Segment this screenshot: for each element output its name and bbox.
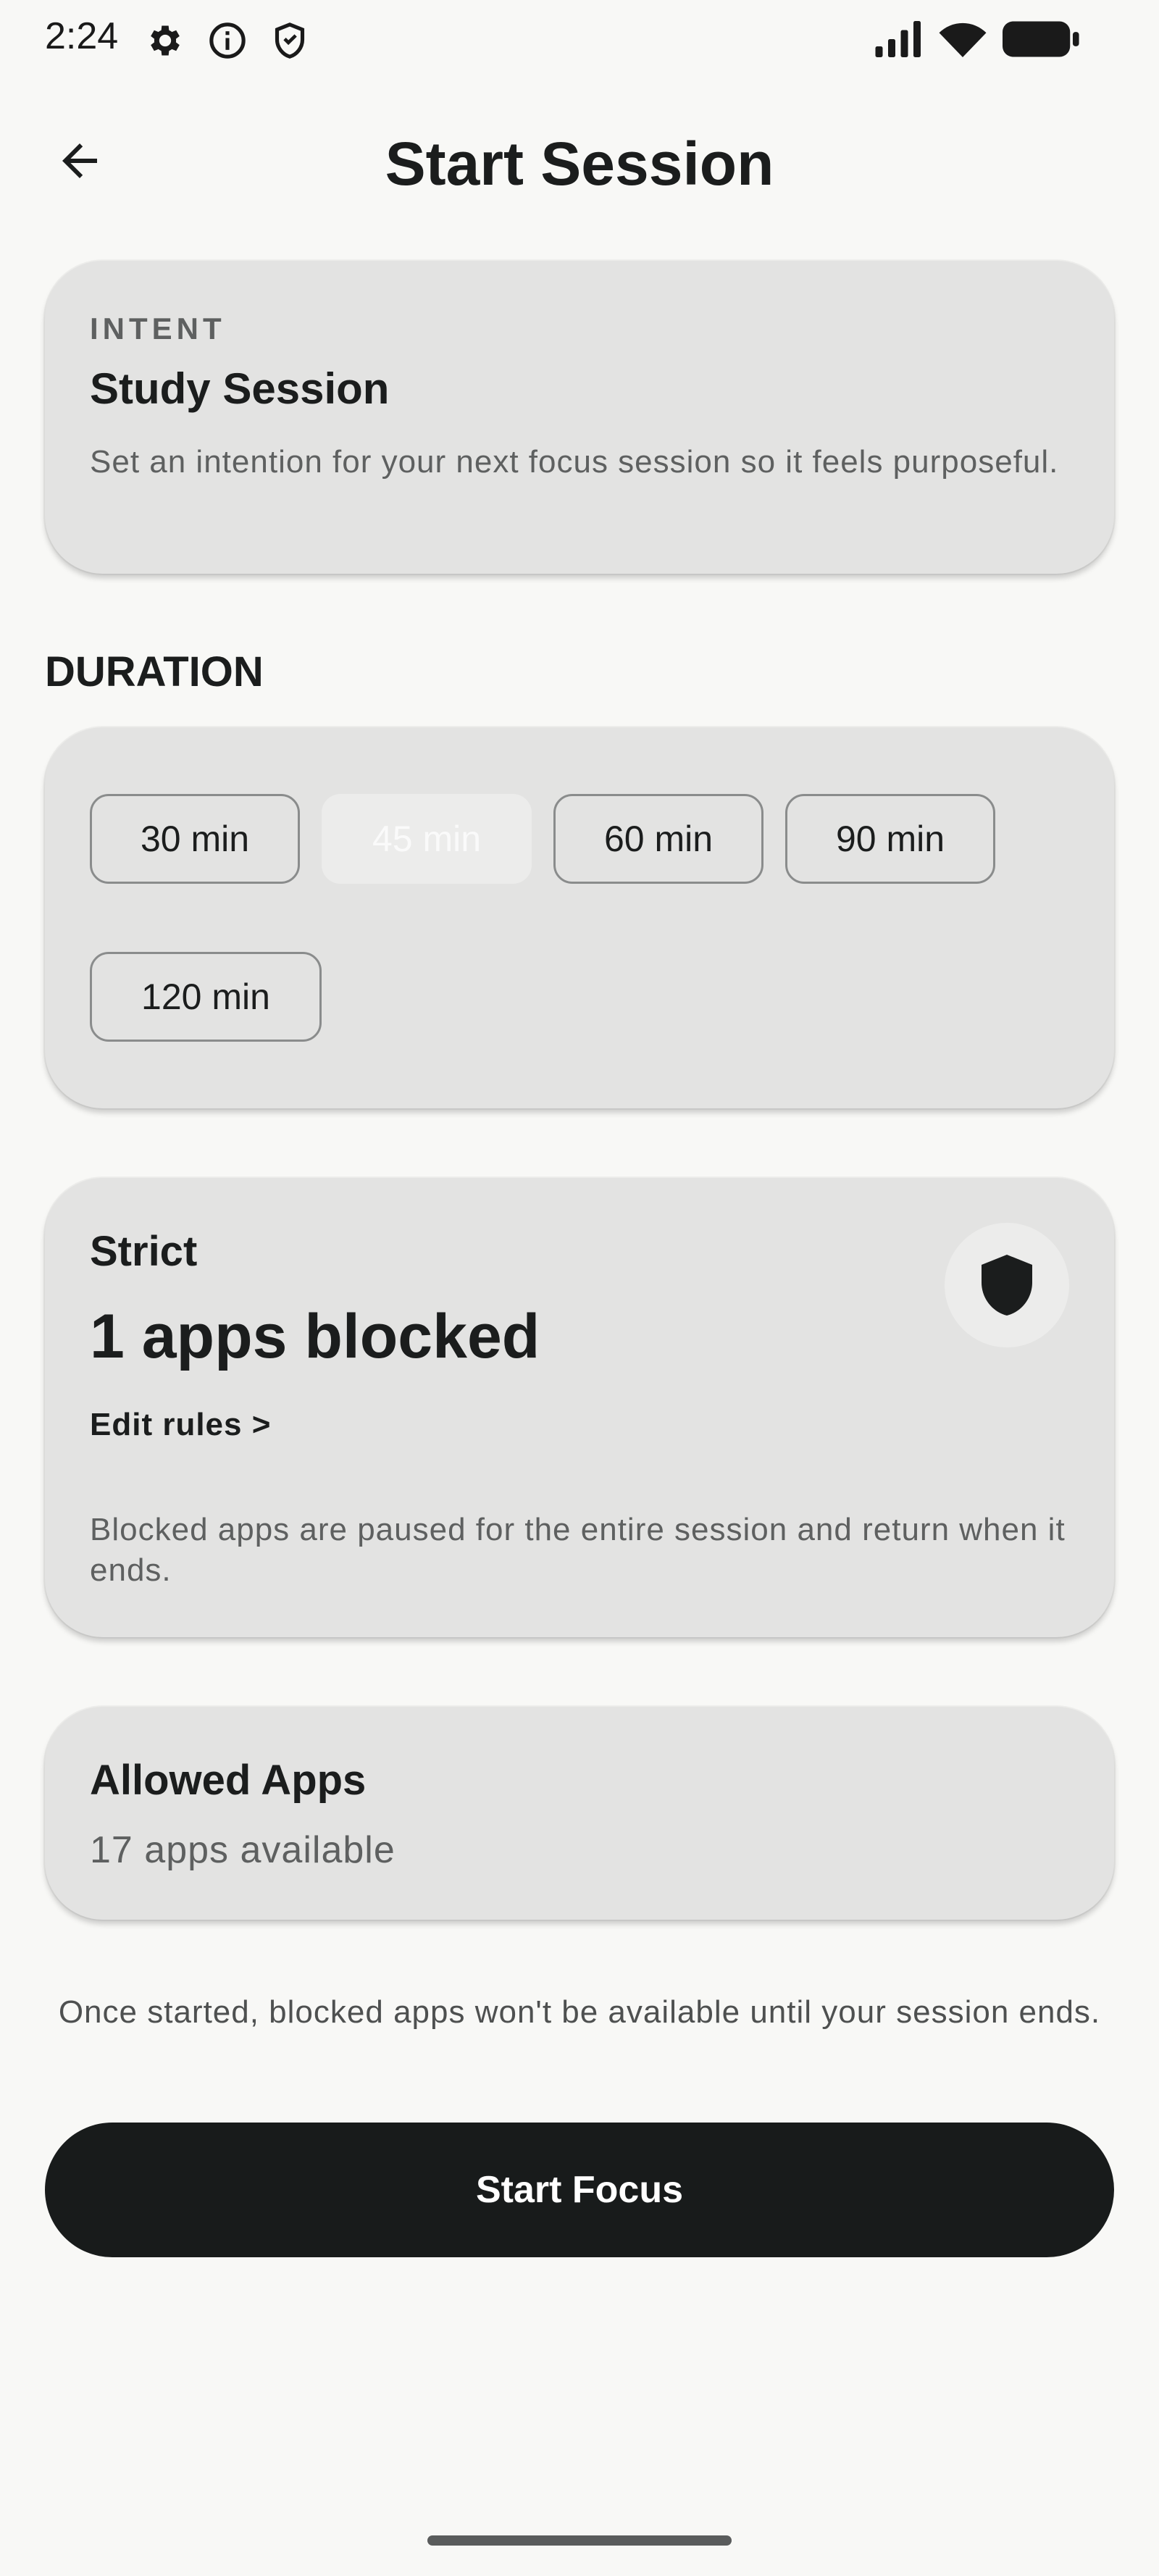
shield-outline-icon [275,22,305,59]
intent-description: Set an intention for your next focus ses… [90,444,1059,480]
status-time: 2:24 [45,15,119,57]
gear-icon [151,25,180,56]
battery-icon [1003,21,1079,57]
duration-chip-120[interactable]: 120 min [90,952,322,1042]
allowed-apps-title: Allowed Apps [90,1757,367,1804]
blocked-apps-count: 1 apps blocked [90,1302,540,1371]
strict-mode-card[interactable]: Strict 1 apps blocked Edit rules > Block… [45,1178,1114,1637]
intent-card[interactable]: INTENT Study Session Set an intention fo… [45,261,1114,574]
edit-rules-link[interactable]: Edit rules > [90,1407,271,1443]
duration-chip-90[interactable]: 90 min [785,794,995,884]
signal-icon [875,21,921,57]
allowed-apps-card[interactable]: Allowed Apps 17 apps available [45,1707,1114,1920]
intent-label: INTENT [90,311,226,346]
duration-card: 30 min 45 min 60 min 90 min 120 min [45,727,1114,1108]
wifi-icon [939,22,987,57]
strict-label: Strict [90,1228,198,1275]
duration-heading: DURATION [45,648,264,695]
session-notice: Once started, blocked apps won't be avai… [58,1994,1101,2030]
home-indicator[interactable] [427,2535,732,2546]
app-bar: Start Session [0,109,1159,210]
page-title: Start Session [385,130,774,198]
strict-description: Blocked apps are paused for the entire s… [90,1512,1066,1588]
intent-title: Study Session [90,364,390,413]
shield-icon [982,1255,1032,1316]
duration-chip-30[interactable]: 30 min [90,794,300,884]
info-icon [209,22,246,59]
duration-chip-45[interactable]: 45 min [322,794,532,884]
status-bar: 2:24 [0,0,1159,80]
duration-chip-60[interactable]: 60 min [553,794,763,884]
start-focus-button[interactable]: Start Focus [45,2123,1114,2257]
allowed-apps-count: 17 apps available [90,1829,396,1871]
strict-shield-badge [945,1223,1069,1347]
